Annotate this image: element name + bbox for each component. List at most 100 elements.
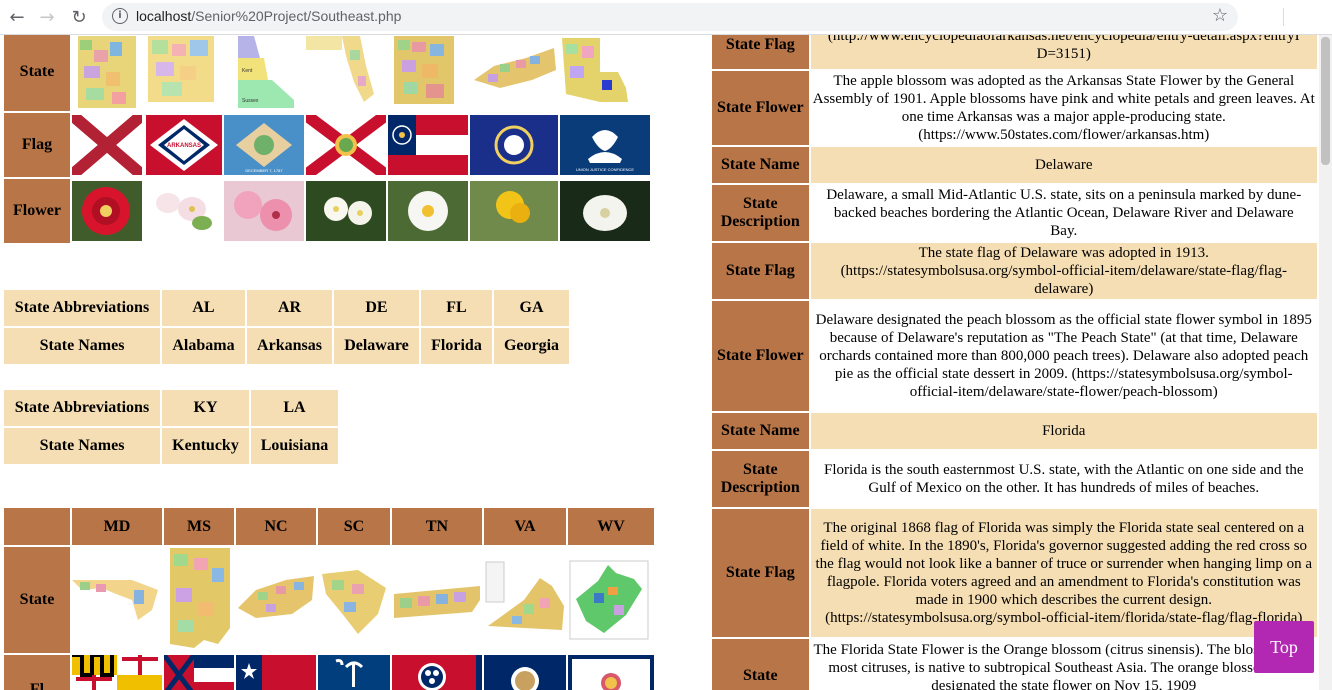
info-value: The original 1868 flag of Florida was si… [810,509,1317,637]
info-icon[interactable]: i [112,8,128,24]
flag-florida [306,113,386,177]
info-label: State Flag [712,35,809,69]
abbr-fl: FL [421,290,492,326]
flower-magnolia [560,179,650,243]
svg-text:UNION JUSTICE CONFIDENCE: UNION JUSTICE CONFIDENCE [576,167,635,172]
browser-toolbar: ← → ↻ i localhost/Senior%20Project/South… [0,0,1332,35]
abbreviations-table-2: State Abbreviations KY LA State Names Ke… [2,388,340,466]
info-value: Florida is the south easternmost U.S. st… [810,451,1317,507]
flag-west-virginia [568,655,654,690]
flag-arkansas: ARKANSAS [146,113,222,177]
flag-virginia [484,655,566,690]
header-nc: NC [236,508,316,545]
state-map-georgia [388,35,468,111]
flower-cherokee-rose [388,179,468,243]
back-arrow-icon[interactable]: ← [6,6,28,28]
grid-corner [4,508,70,545]
header-wv: WV [568,508,654,545]
svg-text:Kent: Kent [242,68,253,74]
forward-arrow-icon[interactable]: → [36,6,58,28]
abbr-de: DE [334,290,419,326]
url-text: localhost/Senior%20Project/Southeast.php [136,8,402,24]
svg-text:ARKANSAS: ARKANSAS [167,143,201,149]
state-map-virginia [484,547,566,653]
row-label-flower: Flower [4,179,70,243]
header-md: MD [72,508,162,545]
row-label-state: State [4,547,70,653]
reload-icon[interactable]: ↻ [68,6,90,28]
name-louisiana: Louisiana [251,428,338,464]
flag-south-carolina [318,655,390,690]
bookmark-star-icon[interactable]: ☆ [1212,5,1228,26]
scrollbar-thumb[interactable] [1321,37,1330,165]
flag-tennessee [392,655,482,690]
flower-orange-blossom [306,179,386,243]
state-map-florida [306,35,386,111]
label-state-names: State Names [4,428,160,464]
state-map-kentucky [470,35,558,111]
header-tn: TN [392,508,482,545]
name-delaware: Delaware [334,328,419,364]
row-label-flag-partial: Fl [4,655,70,690]
info-label: State Flag [712,509,809,637]
abbr-ky: KY [162,390,249,426]
row-label-flag: Flag [4,113,70,177]
name-alabama: Alabama [162,328,245,364]
state-map-louisiana [560,35,650,111]
address-bar[interactable]: i localhost/Senior%20Project/Southeast.p… [102,3,1238,31]
label-state-abbreviations: State Abbreviations [4,390,160,426]
header-sc: SC [318,508,390,545]
southeast-grid-top: State Kent Sussex Flag ARKANSAS DECEMBER… [2,35,652,245]
southeast-grid-bottom: MD MS NC SC TN VA WV State Fl [2,506,656,690]
flag-kentucky [470,113,558,177]
name-kentucky: Kentucky [162,428,249,464]
abbr-al: AL [162,290,245,326]
flower-apple-blossom [146,179,222,243]
state-map-north-carolina [236,547,316,653]
state-map-mississippi [164,547,234,653]
svg-text:Sussex: Sussex [242,98,259,104]
back-to-top-button[interactable]: Top [1254,621,1314,673]
info-value: The apple blossom was adopted as the Ark… [810,71,1317,145]
info-value: Delaware, a small Mid-Atlantic U.S. stat… [810,185,1317,241]
state-map-west-virginia [568,547,654,653]
info-label: State Flower [712,71,809,145]
state-map-delaware: Kent Sussex [224,35,304,111]
state-map-south-carolina [318,547,390,653]
state-info-table: State Flag (http://www.encyclopediaofark… [710,35,1319,690]
label-state-names: State Names [4,328,160,364]
info-label: State Description [712,451,809,507]
abbreviations-table-1: State Abbreviations AL AR DE FL GA State… [2,288,571,366]
info-value: Florida [810,413,1317,449]
info-value: The state flag of Delaware was adopted i… [810,243,1317,299]
flag-maryland [72,655,162,690]
state-map-tennessee [392,547,482,653]
flag-alabama [72,113,144,177]
state-map-maryland [72,547,162,653]
state-map-alabama [72,35,144,111]
flag-delaware: DECEMBER 7, 1787 [224,113,304,177]
label-state-abbreviations: State Abbreviations [4,290,160,326]
svg-text:DECEMBER 7, 1787: DECEMBER 7, 1787 [245,168,283,173]
info-label: State [712,639,809,690]
header-ms: MS [164,508,234,545]
name-arkansas: Arkansas [247,328,332,364]
info-label: State Name [712,413,809,449]
header-va: VA [484,508,566,545]
abbr-ar: AR [247,290,332,326]
flag-mississippi [164,655,234,690]
row-label-state: State [4,35,70,111]
info-label: State Flower [712,301,809,411]
name-florida: Florida [421,328,492,364]
info-value: Delaware designated the peach blossom as… [810,301,1317,411]
page-content: State Kent Sussex Flag ARKANSAS DECEMBER… [0,35,1319,690]
info-value: Delaware [810,147,1317,183]
abbr-la: LA [251,390,338,426]
flag-georgia [388,113,468,177]
toolbar-divider [1283,8,1284,26]
info-value: The Florida State Flower is the Orange b… [810,639,1317,690]
info-label: State Flag [712,243,809,299]
abbr-ga: GA [494,290,569,326]
flower-peach-blossom [224,179,304,243]
page-scrollbar[interactable] [1319,35,1332,690]
